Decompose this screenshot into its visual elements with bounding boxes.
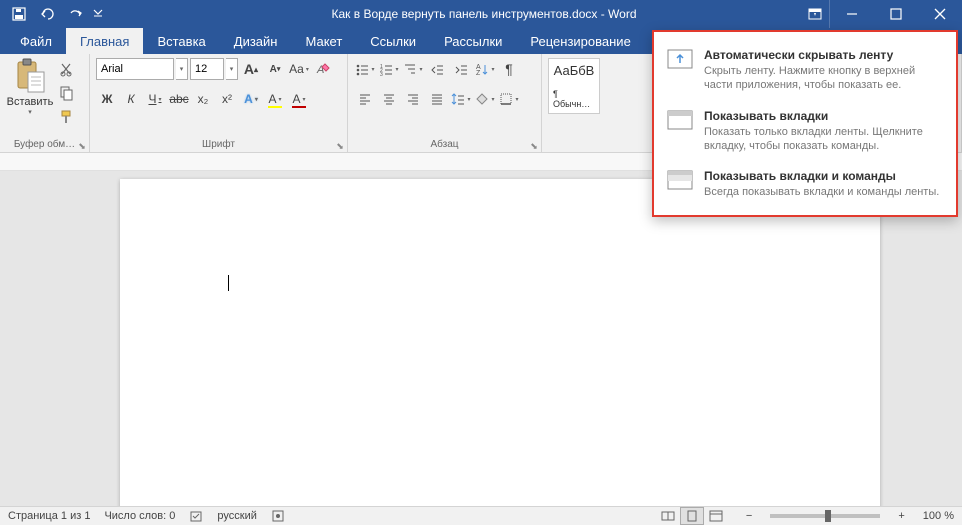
- group-font: Arial ▾ 12 ▾ A▴ A▾ Aa A Ж К Ч abc x₂: [90, 54, 348, 152]
- superscript-button[interactable]: x²: [216, 88, 238, 110]
- subscript-button[interactable]: x₂: [192, 88, 214, 110]
- underline-button[interactable]: Ч: [144, 88, 166, 110]
- ribbon-display-options-button[interactable]: [800, 0, 830, 28]
- view-print-layout-button[interactable]: [680, 507, 704, 525]
- show-tabs-commands-desc: Всегда показывать вкладки и команды лент…: [704, 185, 944, 199]
- cut-button[interactable]: [56, 58, 78, 80]
- show-tabs-commands-option[interactable]: Показывать вкладки и команды Всегда пока…: [654, 161, 956, 207]
- strikethrough-button[interactable]: abc: [168, 88, 190, 110]
- tab-design[interactable]: Дизайн: [220, 28, 292, 54]
- maximize-button[interactable]: [874, 0, 918, 28]
- group-clipboard: Вставить ▾ Буфер обм… ⬊: [0, 54, 90, 152]
- zoom-in-button[interactable]: +: [898, 510, 904, 522]
- font-size-dropdown[interactable]: ▾: [226, 58, 238, 80]
- font-name-dropdown[interactable]: ▾: [176, 58, 188, 80]
- text-cursor: [228, 275, 229, 291]
- view-read-mode-button[interactable]: [656, 507, 680, 525]
- zoom-slider[interactable]: [770, 514, 880, 518]
- show-tabs-title: Показывать вкладки: [704, 109, 944, 123]
- paste-label: Вставить: [7, 96, 54, 108]
- format-painter-button[interactable]: [56, 106, 78, 128]
- group-font-label: Шрифт ⬊: [90, 136, 347, 152]
- qat-customize-button[interactable]: [90, 1, 106, 27]
- paste-button[interactable]: Вставить ▾: [6, 58, 54, 116]
- paragraph-launcher[interactable]: ⬊: [529, 141, 539, 151]
- align-left-button[interactable]: [354, 88, 376, 110]
- auto-hide-icon: [666, 48, 694, 70]
- undo-button[interactable]: [34, 1, 60, 27]
- auto-hide-title: Автоматически скрывать ленту: [704, 48, 944, 62]
- tab-layout[interactable]: Макет: [291, 28, 356, 54]
- status-word-count[interactable]: Число слов: 0: [104, 510, 175, 522]
- show-tabs-desc: Показать только вкладки ленты. Щелкните …: [704, 125, 944, 154]
- tab-insert[interactable]: Вставка: [143, 28, 219, 54]
- borders-button[interactable]: [498, 88, 520, 110]
- sort-button[interactable]: AZ: [474, 58, 496, 80]
- document-area[interactable]: [0, 171, 962, 506]
- multilevel-list-button[interactable]: [402, 58, 424, 80]
- ribbon-display-options-menu: Автоматически скрывать ленту Скрыть лент…: [652, 30, 958, 217]
- italic-button[interactable]: К: [120, 88, 142, 110]
- text-effects-button[interactable]: A: [240, 88, 262, 110]
- tab-file[interactable]: Файл: [6, 28, 66, 54]
- clipboard-launcher[interactable]: ⬊: [77, 141, 87, 151]
- group-paragraph: 123 AZ ¶ Абзац: [348, 54, 542, 152]
- redo-button[interactable]: [62, 1, 88, 27]
- auto-hide-desc: Скрыть ленту. Нажмите кнопку в верхней ч…: [704, 64, 944, 93]
- bullets-button[interactable]: [354, 58, 376, 80]
- justify-button[interactable]: [426, 88, 448, 110]
- font-launcher[interactable]: ⬊: [335, 141, 345, 151]
- numbering-button[interactable]: 123: [378, 58, 400, 80]
- shrink-font-button[interactable]: A▾: [264, 58, 286, 80]
- svg-text:Z: Z: [476, 70, 481, 76]
- zoom-level[interactable]: 100 %: [923, 510, 954, 522]
- font-size-combo[interactable]: 12: [190, 58, 224, 80]
- line-spacing-button[interactable]: [450, 88, 472, 110]
- font-color-button[interactable]: A: [288, 88, 310, 110]
- tab-references[interactable]: Ссылки: [356, 28, 430, 54]
- show-tabs-icon: [666, 109, 694, 131]
- close-button[interactable]: [918, 0, 962, 28]
- grow-font-button[interactable]: A▴: [240, 58, 262, 80]
- group-paragraph-label: Абзац ⬊: [348, 136, 541, 152]
- show-tabs-commands-title: Показывать вкладки и команды: [704, 169, 944, 183]
- zoom-out-button[interactable]: −: [746, 510, 752, 522]
- change-case-button[interactable]: Aa: [288, 58, 310, 80]
- highlight-button[interactable]: A: [264, 88, 286, 110]
- tab-mailings[interactable]: Рассылки: [430, 28, 516, 54]
- tab-home[interactable]: Главная: [66, 28, 143, 54]
- increase-indent-button[interactable]: [450, 58, 472, 80]
- status-macro-icon[interactable]: [271, 509, 285, 523]
- show-marks-button[interactable]: ¶: [498, 58, 520, 80]
- show-tabs-option[interactable]: Показывать вкладки Показать только вклад…: [654, 101, 956, 162]
- svg-text:3: 3: [380, 72, 383, 76]
- auto-hide-ribbon-option[interactable]: Автоматически скрывать ленту Скрыть лент…: [654, 40, 956, 101]
- clipboard-icon: [14, 58, 46, 94]
- font-name-combo[interactable]: Arial: [96, 58, 174, 80]
- show-tabs-commands-icon: [666, 169, 694, 191]
- style-normal[interactable]: АаБбВ ¶ Обычн…: [548, 58, 600, 114]
- tab-review[interactable]: Рецензирование: [516, 28, 644, 54]
- copy-button[interactable]: [56, 82, 78, 104]
- status-language[interactable]: русский: [217, 510, 256, 522]
- document-page[interactable]: [120, 179, 880, 506]
- status-page[interactable]: Страница 1 из 1: [8, 510, 90, 522]
- group-clipboard-label: Буфер обм… ⬊: [0, 136, 89, 152]
- decrease-indent-button[interactable]: [426, 58, 448, 80]
- view-web-layout-button[interactable]: [704, 507, 728, 525]
- align-right-button[interactable]: [402, 88, 424, 110]
- shading-button[interactable]: [474, 88, 496, 110]
- clear-formatting-button[interactable]: A: [312, 58, 334, 80]
- bold-button[interactable]: Ж: [96, 88, 118, 110]
- save-button[interactable]: [6, 1, 32, 27]
- minimize-button[interactable]: [830, 0, 874, 28]
- status-proofing-icon[interactable]: [189, 509, 203, 523]
- align-center-button[interactable]: [378, 88, 400, 110]
